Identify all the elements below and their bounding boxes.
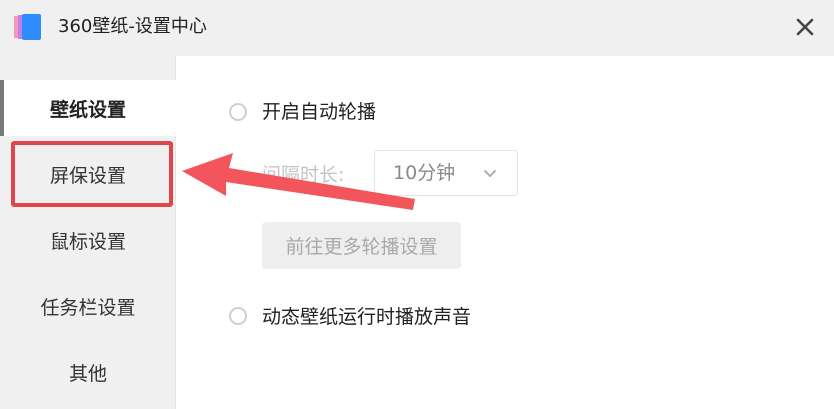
annotation-arrow xyxy=(182,153,415,210)
